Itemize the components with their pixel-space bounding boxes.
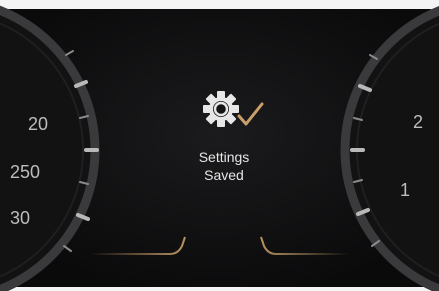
right-gauge-label-1: 2 xyxy=(413,112,423,132)
notification-line-2: Saved xyxy=(204,167,244,183)
instrument-cluster-display: 20 250 30 2 1 Settings Saved xyxy=(0,0,439,291)
left-gauge-label-1: 20 xyxy=(28,114,48,134)
left-gauge-label-3: 30 xyxy=(10,208,30,228)
notification-line-1: Settings xyxy=(198,149,250,165)
cluster-background: 20 250 30 2 1 xyxy=(0,0,439,291)
right-gauge-label-2: 1 xyxy=(400,180,410,200)
notification-message: Settings Saved xyxy=(164,148,284,184)
left-gauge-label-2: 250 xyxy=(10,162,40,182)
gear-icon xyxy=(203,91,239,127)
